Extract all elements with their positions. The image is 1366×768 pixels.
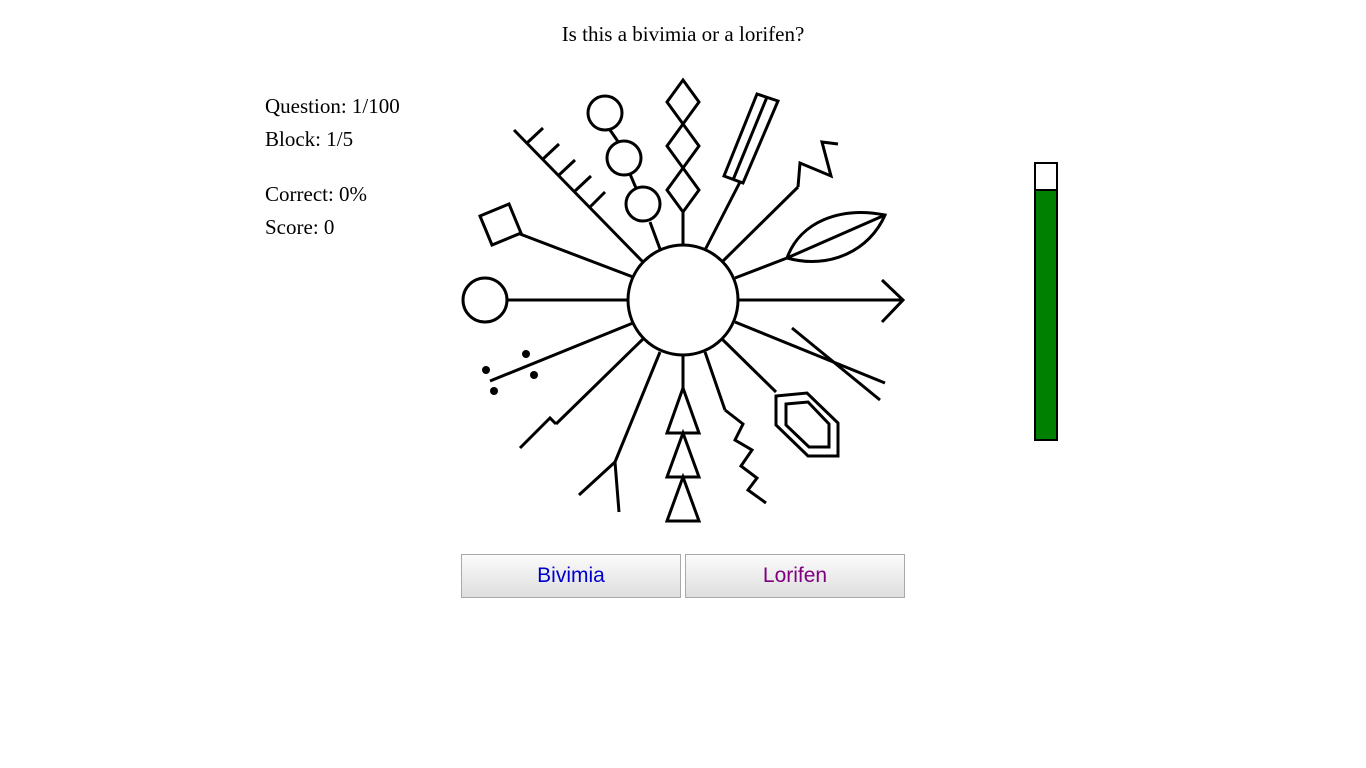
triangle-chain	[664, 383, 702, 523]
correct-percent: Correct: 0%	[265, 182, 368, 206]
fork-marker	[577, 460, 621, 513]
ladder-bar	[722, 92, 781, 185]
square-marker	[478, 202, 523, 247]
stats-panel: Question: 1/100 Block: 1/5 Correct: 0% S…	[265, 90, 400, 244]
progress-meter	[1034, 162, 1058, 441]
answer-buttons: Bivimia Lorifen	[461, 554, 905, 598]
question-counter: Question: 1/100	[265, 94, 400, 118]
bivimia-button[interactable]: Bivimia	[461, 554, 681, 598]
zigzag-lower	[724, 408, 767, 505]
lorifen-button[interactable]: Lorifen	[685, 554, 905, 598]
zigzag-upper	[796, 140, 839, 188]
circle-chain	[586, 94, 662, 223]
left-circle	[461, 276, 509, 324]
block-counter: Block: 1/5	[265, 127, 354, 151]
stimulus-figure	[455, 75, 910, 530]
stimulus-glyph	[461, 77, 906, 523]
question-prompt: Is this a bivimia or a lorifen?	[561, 22, 805, 46]
leaf-shape	[785, 211, 888, 263]
diamond-chain	[665, 77, 701, 215]
cross-line	[791, 326, 881, 402]
step-line	[518, 415, 558, 450]
comb-ticks	[525, 126, 607, 209]
hexagon-marker	[774, 391, 840, 458]
score-value: Score: 0	[265, 215, 335, 239]
progress-meter-fill	[1036, 188, 1056, 439]
game-stage: Is this a bivimia or a lorifen? Question…	[0, 0, 1366, 768]
center-circle	[626, 243, 740, 357]
